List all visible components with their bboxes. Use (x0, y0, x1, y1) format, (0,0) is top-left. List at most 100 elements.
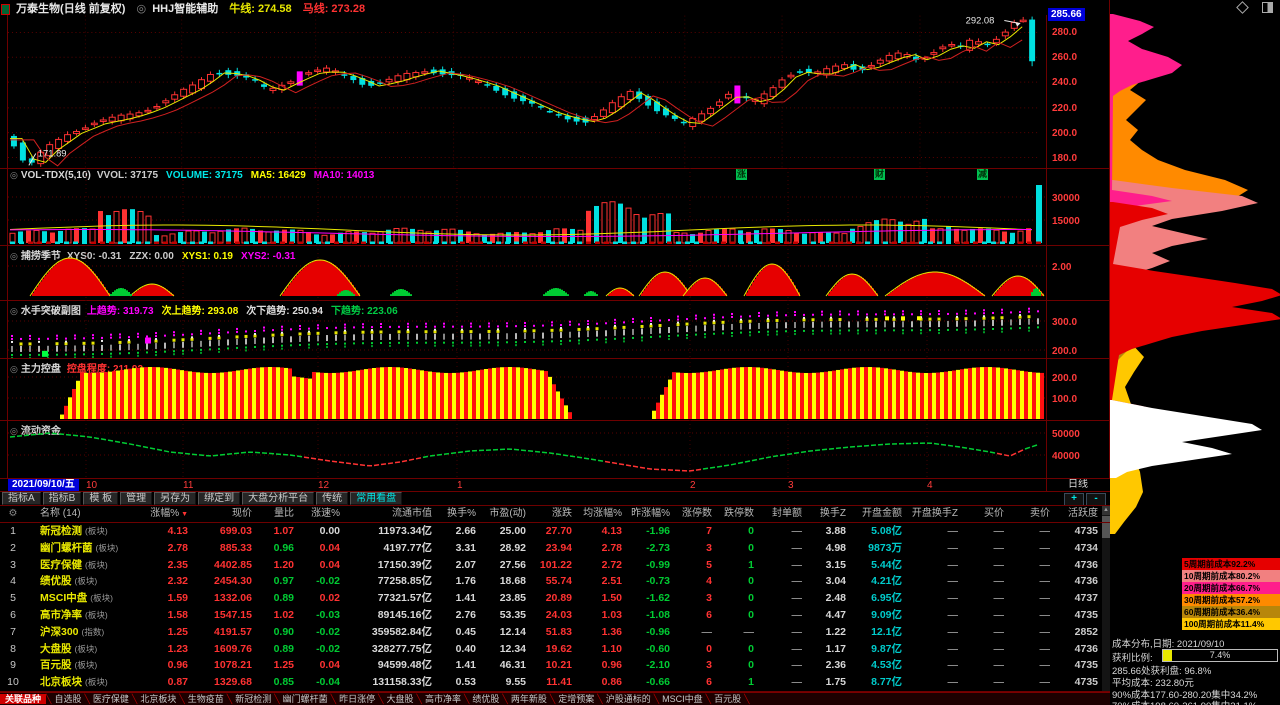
legend-item: 100周期前成本11.4% (1182, 618, 1280, 630)
table-row-百元股[interactable]: 9百元股(板块)0.961078.211.250.0494599.48亿1.41… (0, 657, 1104, 674)
cell: — (760, 674, 808, 691)
sector-name[interactable]: 高市净率 (40, 609, 82, 621)
cell: 4735 (1056, 523, 1104, 540)
column-header-5[interactable]: 流通市值 (346, 506, 438, 522)
sector-name[interactable]: 北京板块 (40, 676, 82, 688)
cell: 23.85 (482, 590, 532, 607)
cell: 3.04 (808, 573, 852, 590)
sector-name[interactable]: 沪深300 (40, 626, 79, 638)
table-row-新冠检测[interactable]: 1新冠检测(板块)4.13699.031.070.0011973.34亿2.66… (0, 523, 1104, 540)
bottom-tab-幽门螺杆菌[interactable]: 幽门螺杆菌 (280, 694, 331, 704)
toolbar-tab-大盘分析平台[interactable]: 大盘分析平台 (242, 492, 314, 505)
column-header-9[interactable]: 均涨幅% (578, 506, 628, 522)
column-header-0[interactable]: 名称 (14) (26, 506, 146, 522)
sector-name[interactable]: 医疗保健 (40, 559, 82, 571)
table-settings-icon[interactable]: ⚙ (0, 506, 26, 522)
toolbar-tab-常用看盘[interactable]: 常用看盘 (350, 492, 402, 505)
column-header-3[interactable]: 量比 (258, 506, 300, 522)
toolbar-tab-指标A[interactable]: 指标A (2, 492, 41, 505)
column-header-12[interactable]: 跌停数 (718, 506, 760, 522)
column-header-10[interactable]: 昨涨幅% (628, 506, 676, 522)
legend-item: 20周期前成本66.7% (1182, 582, 1280, 594)
cost-legend: 5周期前成本92.2%10周期前成本80.2%20周期前成本66.7%30周期前… (1182, 558, 1280, 630)
bottom-tab-新冠检测[interactable]: 新冠检测 (232, 694, 274, 704)
table-row-MSCI中盘[interactable]: 5MSCI中盘(板块)1.591332.060.890.0277321.57亿1… (0, 590, 1104, 607)
toolbar-tab-模 板[interactable]: 模 板 (83, 492, 118, 505)
bottom-tab-高市净率[interactable]: 高市净率 (422, 694, 464, 704)
bottom-tab-沪股通标的[interactable]: 沪股通标的 (603, 694, 654, 704)
column-header-8[interactable]: 涨跌 (532, 506, 578, 522)
column-header-15[interactable]: 开盘金额 (852, 506, 908, 522)
column-header-14[interactable]: 换手Z (808, 506, 852, 522)
table-row-医疗保健[interactable]: 3医疗保健(板块)2.354402.851.200.0417150.39亿2.0… (0, 557, 1104, 574)
toolbar-tab-管理[interactable]: 管理 (120, 492, 152, 505)
cell: 20.89 (532, 590, 578, 607)
column-header-7[interactable]: 市盈(动) (482, 506, 532, 522)
cell: 2.36 (808, 657, 852, 674)
pane-divider (0, 491, 1110, 492)
table-row-沪深300[interactable]: 7沪深300(指数)1.254191.570.90-0.02359582.84亿… (0, 624, 1104, 641)
column-header-6[interactable]: 换手% (438, 506, 482, 522)
table-row-北京板块[interactable]: 10北京板块(板块)0.871329.680.85-0.04131158.33亿… (0, 674, 1104, 691)
app-corner-icon[interactable] (1, 4, 10, 15)
table-row-幽门螺杆菌[interactable]: 2幽门螺杆菌(板块)2.78885.330.960.044197.77亿3.31… (0, 540, 1104, 557)
cell: — (964, 607, 1010, 624)
bottom-tab-绩优股[interactable]: 绩优股 (469, 694, 502, 704)
bottom-tab-关联品种[interactable]: 关联品种 (0, 694, 46, 704)
scroll-thumb[interactable] (1102, 516, 1110, 538)
row-index: 9 (0, 657, 26, 674)
sector-name[interactable]: 绩优股 (40, 575, 72, 587)
bottom-tab-自选股[interactable]: 自选股 (51, 694, 84, 704)
toolbar-tab-另存为[interactable]: 另存为 (154, 492, 196, 505)
cell: 1.25 (146, 624, 194, 641)
column-header-11[interactable]: 涨停数 (676, 506, 718, 522)
bottom-tab-两年新股[interactable]: 两年新股 (508, 694, 550, 704)
cell: 5 (676, 557, 718, 574)
column-header-4[interactable]: 涨速% (300, 506, 346, 522)
bottom-tab-定增预案[interactable]: 定增预案 (555, 694, 597, 704)
toolbar-tab-传统[interactable]: 传统 (316, 492, 348, 505)
bottom-tab-大盘股[interactable]: 大盘股 (384, 694, 417, 704)
bottom-tab-昨日涨停[interactable]: 昨日涨停 (336, 694, 378, 704)
sector-name[interactable]: MSCI中盘 (40, 592, 87, 604)
column-header-17[interactable]: 买价 (964, 506, 1010, 522)
cell: — (964, 674, 1010, 691)
bottom-tab-百元股[interactable]: 百元股 (711, 694, 744, 704)
table-scrollbar[interactable]: ▲ (1102, 506, 1110, 692)
cell: 4.47 (808, 607, 852, 624)
toolbar-tab-指标B[interactable]: 指标B (43, 492, 82, 505)
column-header-16[interactable]: 开盘换手Z (908, 506, 964, 522)
column-header-19[interactable]: 活跃度 (1056, 506, 1104, 522)
toolbar-tab-绑定到[interactable]: 绑定到 (198, 492, 240, 505)
sector-name[interactable]: 幽门螺杆菌 (40, 542, 93, 554)
pane-axis-label: 15000 (1052, 216, 1080, 227)
cell: 5.44亿 (852, 557, 908, 574)
trading-terminal: 万泰生物(日线 前复权) ◎ HHJ智能辅助 牛线: 274.58 马线: 27… (0, 0, 1280, 705)
table-row-高市净率[interactable]: 6高市净率(板块)1.581547.151.02-0.0389145.16亿2.… (0, 607, 1104, 624)
tab-separator: ╲ (597, 694, 602, 704)
column-header-13[interactable]: 封单额 (760, 506, 808, 522)
bottom-tab-生物疫苗[interactable]: 生物疫苗 (185, 694, 227, 704)
cell: -0.02 (300, 624, 346, 641)
bottom-tab-MSCI中盘[interactable]: MSCI中盘 (659, 694, 706, 704)
column-header-18[interactable]: 卖价 (1010, 506, 1056, 522)
cell: 5.08亿 (852, 523, 908, 540)
table-row-大盘股[interactable]: 8大盘股(板块)1.231609.760.89-0.02328277.75亿0.… (0, 641, 1104, 658)
table-row-绩优股[interactable]: 4绩优股(板块)2.322454.300.97-0.0277258.85亿1.7… (0, 573, 1104, 590)
cell: 89145.16亿 (346, 607, 438, 624)
sector-name[interactable]: 百元股 (40, 659, 72, 671)
scroll-up-icon[interactable]: ▲ (1102, 506, 1110, 515)
bottom-tab-医疗保健[interactable]: 医疗保健 (90, 694, 132, 704)
cell: -0.73 (628, 573, 676, 590)
cell: — (964, 540, 1010, 557)
sector-name[interactable]: 大盘股 (40, 643, 72, 655)
cell: 9.55 (482, 674, 532, 691)
bottom-tab-北京板块[interactable]: 北京板块 (137, 694, 179, 704)
column-header-1[interactable]: 涨幅% ▼ (146, 506, 194, 522)
sector-name[interactable]: 新冠检测 (40, 525, 82, 537)
cell: 0.90 (258, 624, 300, 641)
column-header-2[interactable]: 现价 (194, 506, 258, 522)
cell: 0.40 (438, 641, 482, 658)
sector-type-tag: (板块) (90, 593, 113, 603)
cell: 94599.48亿 (346, 657, 438, 674)
